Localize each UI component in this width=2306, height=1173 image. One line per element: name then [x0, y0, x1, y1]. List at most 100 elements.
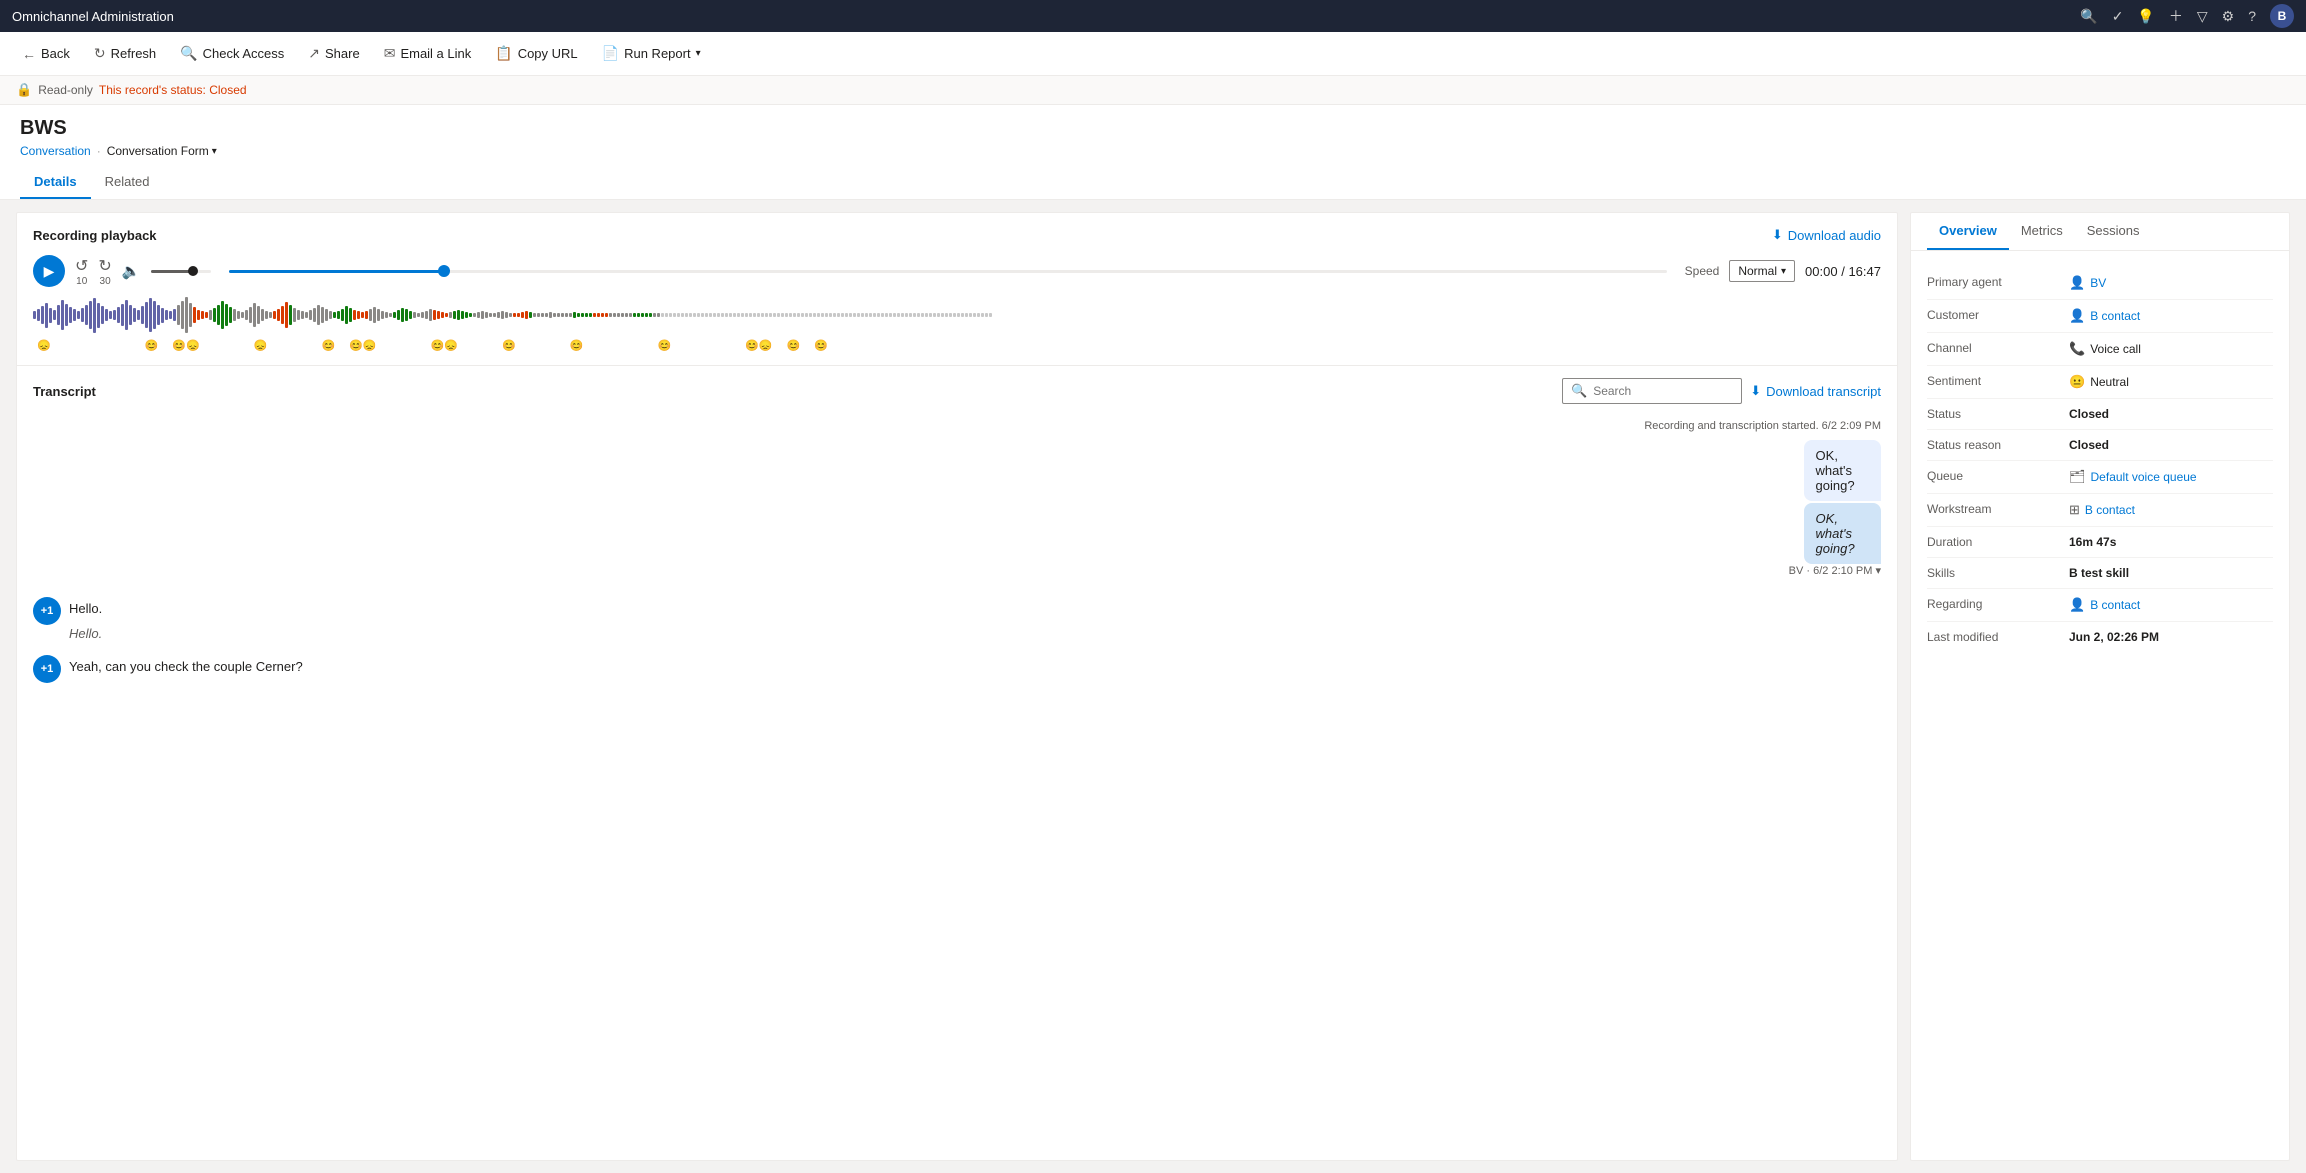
tab-overview[interactable]: Overview: [1927, 213, 2009, 250]
plus-icon[interactable]: ＋: [2169, 6, 2183, 26]
transcript-header: Transcript 🔍 ⬇ Download transcript: [33, 366, 1881, 412]
breadcrumb-form[interactable]: Conversation Form ▾: [107, 144, 217, 158]
search-icon: 🔍: [1571, 383, 1587, 399]
recording-header: Recording playback ⬇ Download audio: [33, 227, 1881, 243]
queue-icon: 🗂: [2069, 469, 2086, 485]
emotion-happy-1: 😊: [145, 339, 159, 352]
top-nav-right: 🔍 ✓ 💡 ＋ ▽ ⚙ ? B: [2080, 4, 2294, 28]
readonly-bar: 🔒 Read-only This record's status: Closed: [0, 76, 2306, 105]
download-transcript-button[interactable]: ⬇ Download transcript: [1750, 383, 1881, 399]
label-status-reason: Status reason: [1927, 438, 2057, 452]
copy-url-button[interactable]: 📋 Copy URL: [485, 39, 587, 68]
info-row-queue: Queue 🗂 Default voice queue: [1927, 461, 2273, 494]
help-icon[interactable]: ?: [2248, 8, 2256, 24]
value-channel: 📞 Voice call: [2069, 341, 2273, 357]
run-report-button[interactable]: 📄 Run Report ▾: [592, 39, 711, 68]
search-icon[interactable]: 🔍: [2080, 8, 2097, 25]
refresh-button[interactable]: ↻ Refresh: [84, 39, 166, 68]
email-icon: ✉: [384, 45, 396, 62]
audio-controls: ▶ ↺ 10 ↻ 30 🔈: [33, 255, 1881, 287]
emotion-happy-5: 😊: [657, 339, 671, 352]
filter-icon[interactable]: ▽: [2197, 8, 2208, 25]
volume-bar[interactable]: [151, 270, 211, 273]
skip-back-count: 10: [76, 276, 87, 287]
transcript-section: Transcript 🔍 ⬇ Download transcript Recor…: [17, 366, 1897, 1160]
emotion-sad-2: 😞: [254, 339, 268, 352]
info-row-skills: Skills B test skill: [1927, 558, 2273, 589]
lightbulb-icon[interactable]: 💡: [2137, 8, 2154, 25]
user-avatar[interactable]: B: [2270, 4, 2294, 28]
emotion-happy-4: 😊: [570, 339, 584, 352]
value-duration: 16m 47s: [2069, 535, 2273, 549]
customer-message-1: +1 Hello. Hello.: [33, 597, 1881, 645]
back-button[interactable]: ← Back: [12, 40, 80, 68]
label-primary-agent: Primary agent: [1927, 275, 2057, 289]
tab-details[interactable]: Details: [20, 166, 91, 199]
agent-message-1: OK, what's going? OK, what's going? BV ·…: [33, 440, 1881, 589]
label-regarding: Regarding: [1927, 597, 2057, 611]
customer-block-2: Yeah, can you check the couple Cerner?: [69, 655, 303, 678]
tab-metrics[interactable]: Metrics: [2009, 213, 2075, 250]
person-icon-customer: 👤: [2069, 308, 2085, 324]
agent-bubble-primary: OK, what's going?: [1804, 440, 1881, 501]
email-link-button[interactable]: ✉ Email a Link: [374, 39, 482, 68]
volume-icon[interactable]: 🔈: [122, 262, 141, 280]
phone-icon: 📞: [2069, 341, 2085, 357]
value-status: Closed: [2069, 407, 2273, 421]
page-title: BWS: [20, 117, 2286, 140]
right-panel-tabs: Overview Metrics Sessions: [1911, 213, 2289, 251]
transcript-search-input[interactable]: [1593, 384, 1733, 398]
breadcrumb: Conversation · Conversation Form ▾: [20, 144, 2286, 158]
download-audio-button[interactable]: ⬇ Download audio: [1772, 227, 1881, 243]
value-primary-agent[interactable]: 👤 BV: [2069, 275, 2273, 291]
info-row-last-modified: Last modified Jun 2, 02:26 PM: [1927, 622, 2273, 652]
info-row-status-reason: Status reason Closed: [1927, 430, 2273, 461]
page-header: BWS Conversation · Conversation Form ▾ D…: [0, 105, 2306, 200]
label-duration: Duration: [1927, 535, 2057, 549]
info-row-customer: Customer 👤 B contact: [1927, 300, 2273, 333]
check-circle-icon[interactable]: ✓: [2112, 8, 2124, 25]
value-skills: B test skill: [2069, 566, 2273, 580]
check-access-icon: 🔍: [180, 45, 197, 62]
speed-select[interactable]: Normal ▾: [1729, 260, 1795, 282]
label-workstream: Workstream: [1927, 502, 2057, 516]
dropdown-chevron-icon: ▾: [696, 48, 701, 59]
person-icon: 👤: [2069, 275, 2085, 291]
copy-icon: 📋: [495, 45, 512, 62]
info-row-status: Status Closed: [1927, 399, 2273, 430]
play-button[interactable]: ▶: [33, 255, 65, 287]
transcript-search-box[interactable]: 🔍: [1562, 378, 1742, 404]
value-customer[interactable]: 👤 B contact: [2069, 308, 2273, 324]
tab-related[interactable]: Related: [91, 166, 164, 199]
skip-back-control[interactable]: ↺ 10: [75, 256, 88, 287]
info-row-regarding: Regarding 👤 B contact: [1927, 589, 2273, 622]
skip-forward-icon: ↻: [98, 256, 111, 276]
label-status: Status: [1927, 407, 2057, 421]
emotion-happy-end-2: 😊: [787, 339, 801, 352]
value-workstream[interactable]: ⊞ B contact: [2069, 502, 2273, 518]
command-bar: ← Back ↻ Refresh 🔍 Check Access ↗ Share …: [0, 32, 2306, 76]
emotion-happy-3: 😊: [502, 339, 516, 352]
workstream-icon: ⊞: [2069, 502, 2080, 518]
share-button[interactable]: ↗ Share: [298, 39, 369, 68]
check-access-button[interactable]: 🔍 Check Access: [170, 39, 294, 68]
emotion-happy-mixed-1: 😊😞: [172, 339, 199, 352]
speed-time: Speed Normal ▾ 00:00 / 16:47: [1685, 260, 1881, 282]
back-icon: ←: [22, 46, 36, 62]
tab-sessions[interactable]: Sessions: [2075, 213, 2152, 250]
value-sentiment: 😐 Neutral: [2069, 374, 2273, 390]
seek-bar[interactable]: [229, 270, 1667, 273]
skip-forward-control[interactable]: ↻ 30: [98, 256, 111, 287]
top-nav-bar: Omnichannel Administration 🔍 ✓ 💡 ＋ ▽ ⚙ ?…: [0, 0, 2306, 32]
breadcrumb-conversation[interactable]: Conversation: [20, 144, 91, 158]
waveform-container[interactable]: 😞 😊 😊😞 😞 😊 😊😞 😊😞 😊 😊 😊 😊😞 😊 😊: [33, 295, 1881, 355]
transcript-controls: 🔍 ⬇ Download transcript: [1562, 378, 1881, 404]
value-regarding[interactable]: 👤 B contact: [2069, 597, 2273, 613]
value-queue[interactable]: 🗂 Default voice queue: [2069, 469, 2273, 485]
recording-title: Recording playback: [33, 228, 157, 243]
agent-bubble-secondary: OK, what's going?: [1804, 503, 1881, 564]
transcript-title: Transcript: [33, 384, 96, 399]
emotion-happy-sad-end: 😊😞: [745, 339, 772, 352]
person-icon-regarding: 👤: [2069, 597, 2085, 613]
settings-icon[interactable]: ⚙: [2222, 8, 2235, 25]
